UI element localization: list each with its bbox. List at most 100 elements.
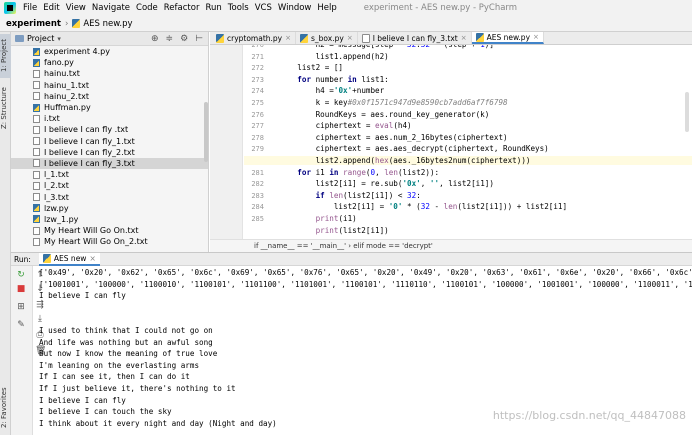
project-panel-header: Project ▾ ⊕ ≑ ⚙ ⊢ bbox=[11, 32, 208, 46]
editor-tab[interactable]: s_box.py × bbox=[296, 32, 358, 44]
code-line[interactable]: h4 ='0x'+number bbox=[279, 86, 385, 95]
file-tree-item[interactable]: l_2.txt bbox=[11, 180, 208, 191]
code-line[interactable]: list2.append(hex(aes._16bytes2num(cipher… bbox=[244, 156, 692, 165]
locate-file-icon[interactable]: ⊕ bbox=[151, 34, 159, 44]
editor-tab-label: I believe I can fly_3.txt bbox=[372, 33, 458, 43]
gear-icon[interactable]: ⚙ bbox=[180, 34, 188, 44]
file-tree-item[interactable]: I believe I can fly .txt bbox=[11, 124, 208, 135]
menu-edit[interactable]: Edit bbox=[40, 3, 62, 13]
file-tree-item-label: hainu_1.txt bbox=[44, 80, 89, 90]
code-breadcrumb-text[interactable]: if __name__ == '__main__' › elif mode ==… bbox=[254, 242, 433, 250]
pin-tab-icon[interactable]: ✎ bbox=[16, 320, 26, 330]
menu-tools[interactable]: Tools bbox=[225, 3, 252, 13]
code-line[interactable]: ciphertext = aes.num_2_16bytes(ciphertex… bbox=[279, 133, 508, 142]
run-tab-label: AES new bbox=[53, 253, 87, 263]
menu-bar: File Edit View Navigate Code Refactor Ru… bbox=[0, 0, 692, 16]
file-tree-item[interactable]: lzw_1.py bbox=[11, 214, 208, 225]
rerun-icon[interactable]: ↻ bbox=[16, 270, 26, 280]
code-line[interactable]: list2[i1] = re.sub('0x', '', list2[i1]) bbox=[279, 179, 494, 188]
text-file-icon bbox=[33, 148, 40, 157]
collapse-all-icon[interactable]: ≑ bbox=[166, 34, 174, 44]
file-tree-item-label: fano.py bbox=[44, 58, 74, 68]
code-line[interactable]: RoundKeys = aes.round_key_generator(k) bbox=[279, 110, 490, 119]
file-tree-item[interactable]: i.txt bbox=[11, 113, 208, 124]
file-tree-item[interactable]: lzw.py bbox=[11, 203, 208, 214]
hide-panel-icon[interactable]: ⊢ bbox=[195, 34, 203, 44]
file-tree-item[interactable]: I believe I can fly_2.txt bbox=[11, 147, 208, 158]
run-tab-aes-new[interactable]: AES new × bbox=[38, 252, 100, 266]
editor-tab-bar: cryptomath.py × s_box.py × I believe I can f… bbox=[210, 32, 692, 45]
menu-window[interactable]: Window bbox=[275, 3, 315, 13]
editor-tab[interactable]: I believe I can fly_3.txt × bbox=[358, 32, 472, 44]
console-line: I believe I can touch the sky bbox=[39, 407, 172, 417]
code-line[interactable]: ciphertext = eval(h4) bbox=[279, 121, 412, 130]
code-line[interactable]: k = key#0x0f1571c947d9e8590cb7add6af7f67… bbox=[279, 98, 508, 107]
editor-scrollbar[interactable] bbox=[685, 92, 689, 132]
project-scrollbar[interactable] bbox=[204, 102, 208, 162]
close-icon[interactable]: × bbox=[461, 34, 467, 42]
chevron-down-icon[interactable]: ▾ bbox=[57, 35, 61, 43]
pycharm-logo-icon bbox=[4, 2, 16, 14]
file-tree-item-label: I believe I can fly_1.txt bbox=[44, 136, 135, 146]
close-icon[interactable]: × bbox=[89, 254, 95, 263]
favorites-tool-button[interactable]: 2: Favorites bbox=[0, 384, 11, 432]
close-icon[interactable]: × bbox=[285, 34, 291, 42]
navigation-bar: experiment › AES new.py bbox=[0, 16, 692, 32]
text-file-icon bbox=[33, 81, 40, 90]
code-line[interactable]: for number in list1: bbox=[279, 75, 388, 84]
menu-refactor[interactable]: Refactor bbox=[161, 3, 203, 13]
project-tool-button[interactable]: 1: Project bbox=[0, 34, 11, 78]
stop-icon[interactable]: ■ bbox=[16, 284, 26, 294]
text-file-icon bbox=[33, 226, 40, 235]
menu-vcs[interactable]: VCS bbox=[252, 3, 275, 13]
code-line[interactable]: if len(list2[i1]) < 32: bbox=[279, 191, 421, 200]
chevron-right-icon: › bbox=[64, 18, 69, 29]
file-tree-item[interactable]: l_3.txt bbox=[11, 191, 208, 202]
text-file-icon bbox=[33, 237, 40, 246]
text-file-icon bbox=[33, 69, 40, 78]
file-tree-item[interactable]: hainu_1.txt bbox=[11, 80, 208, 91]
code-line[interactable]: for i1 in range(0, len(list2)): bbox=[279, 168, 439, 177]
menu-navigate[interactable]: Navigate bbox=[89, 3, 133, 13]
breadcrumb-project[interactable]: experiment bbox=[6, 19, 61, 29]
left-tool-stripe: 1: Project Z: Structure 2: Favorites bbox=[0, 32, 11, 435]
file-tree-item[interactable]: I believe I can fly_3.txt bbox=[11, 157, 208, 170]
line-number: 273 bbox=[251, 75, 264, 84]
file-tree-item[interactable]: My Heart Will Go On.txt bbox=[11, 225, 208, 236]
line-number: 279 bbox=[251, 145, 264, 154]
file-tree-item[interactable]: hainu.txt bbox=[11, 68, 208, 79]
file-tree-item-label: My Heart Will Go On.txt bbox=[44, 226, 139, 236]
code-line[interactable]: print(i1) bbox=[279, 214, 357, 223]
breadcrumb-file[interactable]: AES new.py bbox=[83, 19, 132, 29]
file-tree-item[interactable]: Huffman.py bbox=[11, 102, 208, 113]
code-line[interactable]: print(list2[i1]) bbox=[279, 226, 389, 235]
file-tree-item[interactable]: experiment 4.py bbox=[11, 46, 208, 57]
code-line[interactable]: ciphertext = aes.aes_decrypt(ciphertext,… bbox=[279, 144, 549, 153]
line-number: 271 bbox=[251, 52, 264, 61]
project-panel-title[interactable]: Project bbox=[27, 34, 54, 43]
editor-tab[interactable]: cryptomath.py × bbox=[212, 32, 296, 44]
pin-icon[interactable]: ⊞ bbox=[16, 302, 26, 312]
code-area[interactable]: 270 h2 = message[step * 32:32 * (step + … bbox=[244, 45, 692, 239]
console-line: I believe I can fly bbox=[39, 395, 126, 405]
menu-view[interactable]: View bbox=[63, 3, 89, 13]
code-line[interactable]: h2 = message[step * 32:32 * (step + 1)] bbox=[279, 45, 494, 49]
file-tree-item[interactable]: My Heart Will Go On_2.txt bbox=[11, 236, 208, 247]
close-icon[interactable]: × bbox=[347, 34, 353, 42]
line-number: 274 bbox=[251, 87, 264, 96]
code-line[interactable]: list2[i1] = '0' * (32 - len(list2[i1])) … bbox=[279, 202, 567, 211]
file-tree-item[interactable]: fano.py bbox=[11, 57, 208, 68]
menu-file[interactable]: File bbox=[20, 3, 40, 13]
code-line[interactable]: list2 = [] bbox=[279, 63, 343, 72]
file-tree-item-label: i.txt bbox=[44, 114, 60, 124]
file-tree-item[interactable]: l_1.txt bbox=[11, 169, 208, 180]
code-line[interactable]: list1.append(h2) bbox=[279, 52, 389, 61]
menu-run[interactable]: Run bbox=[202, 3, 224, 13]
editor-tab[interactable]: AES new.py × bbox=[471, 32, 544, 44]
structure-tool-button[interactable]: Z: Structure bbox=[0, 82, 11, 134]
menu-code[interactable]: Code bbox=[133, 3, 161, 13]
file-tree-item[interactable]: I believe I can fly_1.txt bbox=[11, 136, 208, 147]
menu-help[interactable]: Help bbox=[314, 3, 339, 13]
file-tree-item[interactable]: hainu_2.txt bbox=[11, 91, 208, 102]
close-icon[interactable]: × bbox=[533, 33, 539, 41]
